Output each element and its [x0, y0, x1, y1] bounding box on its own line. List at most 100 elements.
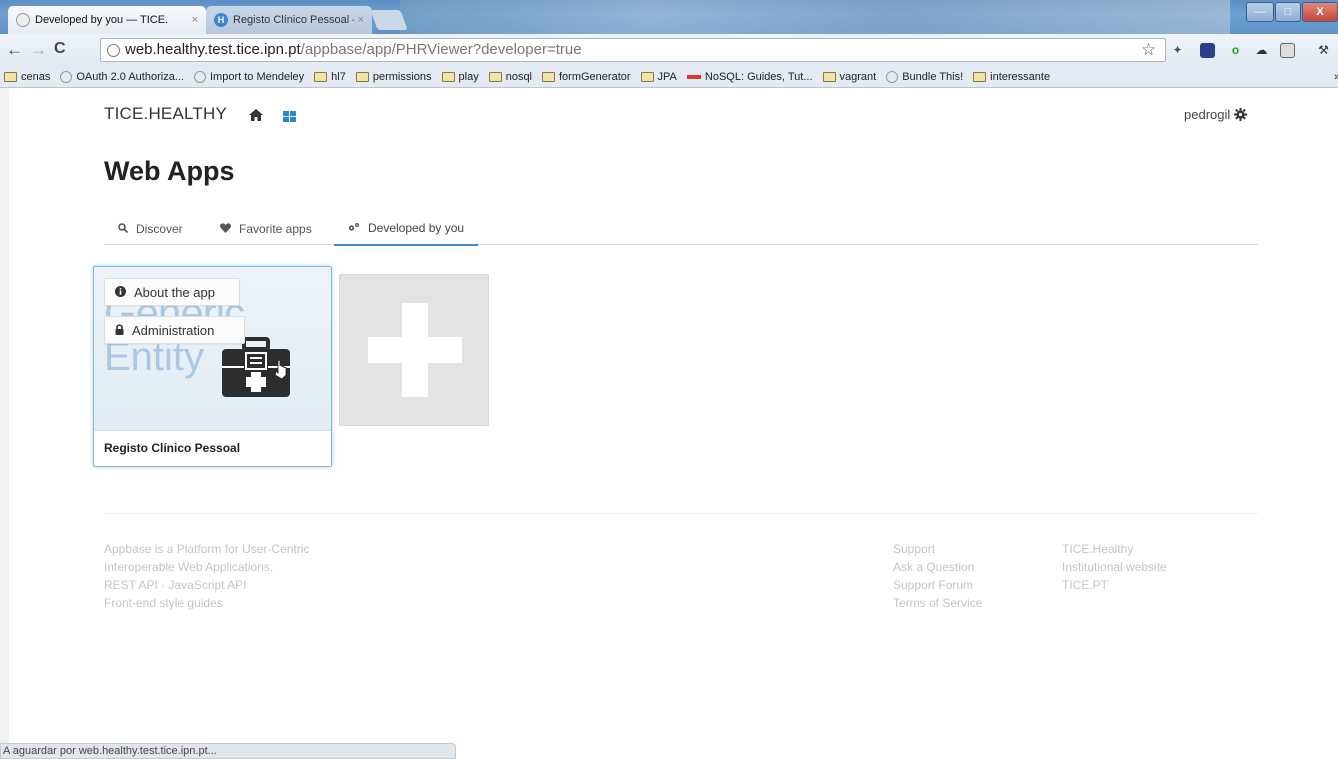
page-icon: [193, 70, 206, 83]
about-the-app-button[interactable]: About the app: [104, 278, 240, 306]
bookmark-play[interactable]: play: [441, 70, 479, 83]
window-minimize-button[interactable]: —: [1246, 2, 1274, 22]
folder-icon: [4, 71, 17, 82]
nosql-icon: [686, 74, 701, 79]
cogs-icon: [348, 221, 360, 235]
app-tabs: Discover Favorite apps Developed by you: [104, 212, 1258, 246]
wrench-menu-icon[interactable]: ⚒: [1316, 43, 1331, 58]
tab-close-icon[interactable]: ×: [192, 14, 198, 26]
url-host: web.healthy.test.tice.ipn.pt: [125, 41, 301, 58]
forward-button[interactable]: →: [30, 40, 47, 60]
administration-button[interactable]: Administration: [104, 316, 245, 344]
footer-tice: TICE.Healthy Institutional website TICE.…: [1062, 540, 1167, 594]
bookmark-mendeley[interactable]: Import to Mendeley: [193, 70, 305, 83]
info-icon: [115, 285, 126, 300]
extension-bookmark-icon[interactable]: [1200, 43, 1215, 58]
globe-icon: [107, 44, 120, 57]
tab-close-icon[interactable]: ×: [358, 14, 364, 26]
footer-heading: TICE.Healthy: [1062, 542, 1134, 556]
footer-support-forum-link[interactable]: Support Forum: [893, 576, 982, 594]
folder-icon: [542, 71, 555, 82]
page-title: Web Apps: [104, 156, 235, 186]
lock-icon: [115, 323, 124, 338]
page-icon: [886, 70, 899, 83]
bookmark-jpa[interactable]: JPA: [640, 70, 677, 83]
folder-icon: [314, 71, 328, 82]
bookmark-label: vagrant: [839, 70, 877, 83]
tab-developed-by-you[interactable]: Developed by you: [334, 212, 479, 246]
bookmark-nosql-guides[interactable]: NoSQL: Guides, Tut...: [686, 70, 813, 83]
footer-style-guides-link[interactable]: Front-end style guides: [104, 594, 309, 612]
bookmark-permissions[interactable]: permissions: [355, 70, 432, 83]
browser-tab-developed-by-you[interactable]: Developed by you — TICE. ×: [8, 6, 206, 34]
user-menu[interactable]: pedrogil: [1184, 107, 1230, 122]
window-close-button[interactable]: X: [1302, 2, 1338, 22]
bookmark-star-icon[interactable]: ☆: [1141, 40, 1156, 60]
bookmark-label: permissions: [372, 70, 432, 83]
bookmark-hl7[interactable]: hl7: [314, 71, 346, 83]
brand-logo[interactable]: TICE.HEALTHY: [104, 104, 227, 124]
folder-icon: [488, 71, 502, 82]
footer-terms-link[interactable]: Terms of Service: [893, 594, 982, 612]
bookmark-label: Bundle This!: [902, 70, 964, 83]
left-window-edge: [0, 88, 9, 759]
app-name: Registo Clínico Pessoal: [104, 441, 241, 455]
healthy-favicon-icon: H: [214, 13, 228, 27]
footer-about: Appbase is a Platform for User-Centric I…: [104, 540, 309, 612]
bookmarks-overflow-chevron-icon[interactable]: »: [1334, 71, 1338, 83]
apps-grid-icon[interactable]: [283, 109, 296, 127]
footer-heading: Support: [893, 542, 936, 556]
extension-timer-icon[interactable]: ᴏ: [1228, 43, 1243, 58]
page-icon: [60, 70, 73, 83]
extension-cloud-icon[interactable]: ☁: [1254, 43, 1269, 58]
reload-button[interactable]: C: [54, 40, 66, 58]
browser-status-bar: A aguardar por web.healthy.test.tice.ipn…: [0, 743, 456, 759]
bookmark-label: Import to Mendeley: [209, 70, 305, 83]
url-path: /appbase/app/PHRViewer?developer=true: [300, 41, 582, 58]
extension-wand-icon[interactable]: ✦: [1170, 43, 1185, 58]
extension-screenshot-icon[interactable]: [1280, 43, 1295, 58]
app-card-registo-clinico[interactable]: Generic Entity About the app Administrat…: [93, 266, 332, 467]
bookmark-formgenerator[interactable]: formGenerator: [542, 71, 631, 83]
tab-label: Favorite apps: [239, 221, 312, 236]
bookmark-oauth[interactable]: OAuth 2.0 Authoriza...: [60, 70, 184, 83]
footer-tice-pt-link[interactable]: TICE.PT: [1062, 576, 1167, 594]
tab-discover[interactable]: Discover: [104, 212, 197, 245]
about-label: About the app: [134, 284, 215, 300]
back-button[interactable]: ←: [6, 40, 23, 60]
bookmark-label: NoSQL: Guides, Tut...: [704, 70, 813, 83]
add-app-button[interactable]: [339, 274, 489, 426]
bookmark-nosql[interactable]: nosql: [488, 71, 532, 83]
bookmark-interessante[interactable]: interessante: [973, 71, 1050, 83]
tab-favorite-apps[interactable]: Favorite apps: [206, 212, 326, 245]
bookmark-label: JPA: [657, 70, 677, 83]
tab-title: Developed by you — TICE.: [35, 14, 169, 26]
bookmark-vagrant[interactable]: vagrant: [822, 70, 877, 83]
browser-tabstrip: Developed by you — TICE. × H Registo Clí…: [0, 0, 1338, 34]
footer-institutional-link[interactable]: Institutional website: [1062, 558, 1167, 576]
bookmark-label: interessante: [990, 70, 1051, 83]
tab-label: Developed by you: [368, 221, 465, 235]
footer-text: Appbase is a Platform for User-Centric: [104, 542, 310, 556]
browser-tab-registo-clinico[interactable]: H Registo Clínico Pessoal — ×: [206, 6, 372, 34]
gear-icon[interactable]: [1234, 108, 1247, 126]
footer-text: Interoperable Web Applications.: [104, 560, 274, 574]
footer-api-links[interactable]: REST API · JavaScript API: [104, 576, 309, 594]
home-icon[interactable]: [249, 108, 263, 126]
address-bar[interactable]: web.healthy.test.tice.ipn.pt/appbase/app…: [100, 38, 1166, 62]
folder-icon: [355, 71, 369, 82]
bookmark-label: OAuth 2.0 Authoriza...: [76, 70, 184, 83]
window-maximize-button[interactable]: □: [1275, 2, 1301, 22]
footer-ask-question-link[interactable]: Ask a Question: [893, 558, 982, 576]
bookmark-cenas[interactable]: cenas: [4, 71, 50, 83]
footer-divider: [104, 513, 1258, 514]
bookmark-label: play: [458, 70, 479, 83]
tab-title: Registo Clínico Pessoal —: [233, 14, 354, 26]
footer-support: Support Ask a Question Support Forum Ter…: [893, 540, 982, 612]
search-icon: [118, 222, 129, 236]
folder-icon: [822, 71, 836, 82]
bookmark-bundle-this[interactable]: Bundle This!: [886, 70, 964, 83]
page-favicon-icon: [16, 13, 30, 27]
plus-icon: [368, 303, 462, 397]
bookmark-label: hl7: [331, 70, 346, 83]
